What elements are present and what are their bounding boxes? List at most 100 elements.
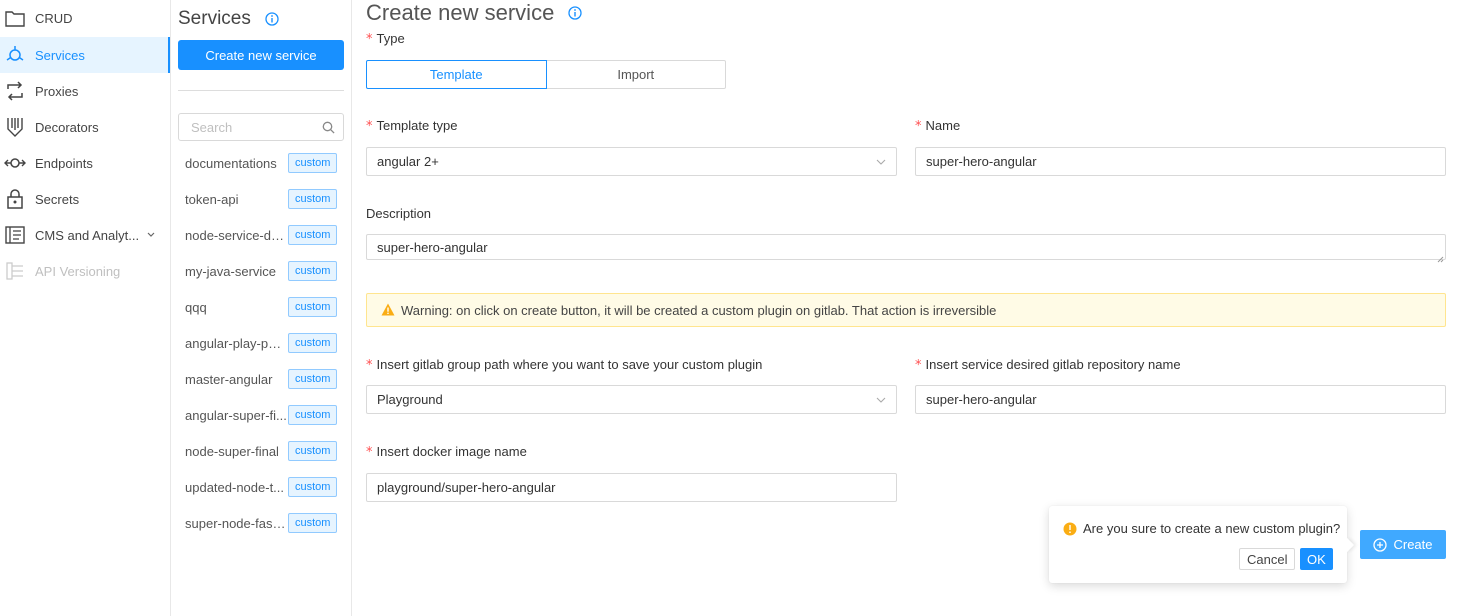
- list-item[interactable]: token-api custom: [178, 181, 348, 217]
- repo-name-value: super-hero-angular: [926, 392, 1037, 407]
- chevron-down-icon: [147, 230, 155, 241]
- services-panel-header: Services: [178, 8, 279, 30]
- custom-tag: custom: [288, 189, 338, 209]
- sidebar-item-services[interactable]: Services: [0, 37, 170, 73]
- sidebar-item-label: Proxies: [35, 83, 79, 99]
- type-template-option[interactable]: Template: [366, 60, 547, 89]
- group-path-value: Playground: [377, 392, 443, 407]
- folder-icon: [4, 7, 26, 29]
- service-name: super-node-fastify: [185, 515, 288, 531]
- sidebar-item-decorators[interactable]: Decorators: [0, 109, 170, 145]
- sidebar-item-label: CRUD: [35, 10, 73, 26]
- info-icon[interactable]: [265, 12, 279, 26]
- sidebar-item-cms-and-analytics[interactable]: CMS and Analyt...: [0, 217, 170, 253]
- list-item[interactable]: master-angular custom: [178, 361, 348, 397]
- name-label: * Name: [915, 118, 961, 134]
- cancel-button[interactable]: Cancel: [1239, 548, 1296, 570]
- description-value: super-hero-angular: [377, 240, 488, 255]
- create-new-service-button[interactable]: Create new service: [178, 40, 344, 70]
- list-item[interactable]: node-service-de... custom: [178, 217, 348, 253]
- endpoints-icon: [4, 152, 26, 174]
- service-name: angular-play-page: [185, 335, 288, 351]
- group-path-select[interactable]: Playground: [366, 385, 897, 414]
- info-icon[interactable]: [568, 6, 582, 20]
- ok-button[interactable]: OK: [1300, 548, 1333, 570]
- service-name: node-super-final: [185, 443, 279, 459]
- custom-tag: custom: [288, 153, 338, 173]
- resize-handle-icon[interactable]: [1437, 251, 1444, 263]
- docker-image-value: playground/super-hero-angular: [377, 480, 556, 495]
- sidebar-item-label: Endpoints: [35, 155, 93, 171]
- list-item[interactable]: documentations custom: [178, 145, 348, 181]
- type-import-option[interactable]: Import: [546, 60, 726, 89]
- service-name: angular-super-fi...: [185, 407, 287, 423]
- service-name: documentations: [185, 155, 277, 171]
- description-textarea[interactable]: super-hero-angular: [366, 234, 1446, 263]
- type-selector: Template Import: [366, 60, 726, 89]
- service-name: master-angular: [185, 371, 273, 387]
- confirm-message: Are you sure to create a new custom plug…: [1063, 521, 1340, 536]
- sidebar-item-label: Secrets: [35, 191, 80, 207]
- confirm-text: Are you sure to create a new custom plug…: [1083, 521, 1341, 536]
- exclamation-circle-icon: [1063, 522, 1077, 536]
- lock-icon: [4, 188, 26, 210]
- confirm-popover: Are you sure to create a new custom plug…: [1049, 506, 1355, 583]
- description-label: Description: [366, 206, 432, 221]
- sidebar-item-secrets[interactable]: Secrets: [0, 181, 170, 217]
- list-item[interactable]: super-node-fastify custom: [178, 505, 348, 541]
- services-icon: [4, 44, 26, 66]
- search-icon[interactable]: [322, 121, 335, 134]
- services-panel: Services Create new service documentatio…: [171, 0, 352, 616]
- search-box: [178, 113, 344, 141]
- page-header: Create new service: [366, 0, 582, 26]
- custom-tag: custom: [288, 261, 338, 281]
- custom-tag: custom: [288, 297, 338, 317]
- docker-image-input[interactable]: playground/super-hero-angular: [366, 473, 897, 502]
- sidebar-item-api-versioning: API Versioning: [0, 253, 170, 289]
- list-item[interactable]: node-super-final custom: [178, 433, 348, 469]
- warning-icon: [381, 303, 395, 317]
- sidebar-item-label: Services: [35, 47, 85, 63]
- search-input[interactable]: [189, 118, 322, 136]
- repo-name-input[interactable]: super-hero-angular: [915, 385, 1446, 414]
- services-list: documentations custom token-api custom nod…: [178, 145, 348, 541]
- docker-image-label: * Insert docker image name: [366, 444, 527, 460]
- list-item[interactable]: my-java-service custom: [178, 253, 348, 289]
- repo-name-label: * Insert service desired gitlab repositor…: [915, 357, 1181, 373]
- sidebar-item-label: API Versioning: [35, 263, 121, 279]
- template-type-label: * Template type: [366, 118, 458, 134]
- name-input[interactable]: super-hero-angular: [915, 147, 1446, 176]
- cms-icon: [4, 224, 26, 246]
- custom-tag: custom: [288, 369, 338, 389]
- sidebar-item-endpoints[interactable]: Endpoints: [0, 145, 170, 181]
- list-item[interactable]: qqq custom: [178, 289, 348, 325]
- sidebar-item-label: Decorators: [35, 119, 99, 135]
- sidebar-item-crud[interactable]: CRUD: [0, 0, 170, 36]
- create-button[interactable]: Create: [1360, 530, 1446, 559]
- service-name: updated-node-t...: [185, 479, 285, 495]
- plus-circle-icon: [1373, 537, 1388, 552]
- service-name: token-api: [185, 191, 239, 207]
- name-value: super-hero-angular: [926, 154, 1037, 169]
- list-item[interactable]: updated-node-t... custom: [178, 469, 348, 505]
- type-label: * Type: [366, 31, 405, 47]
- page-title: Create new service: [366, 0, 555, 25]
- custom-tag: custom: [288, 405, 338, 425]
- service-name: my-java-service: [185, 263, 277, 279]
- warning-text: Warning: on click on create button, it w…: [401, 302, 997, 318]
- chevron-down-icon: [876, 395, 886, 405]
- warning-alert: Warning: on click on create button, it w…: [366, 293, 1446, 327]
- list-item[interactable]: angular-super-fi... custom: [178, 397, 348, 433]
- decorators-icon: [4, 116, 26, 138]
- custom-tag: custom: [288, 441, 338, 461]
- group-path-label: * Insert gitlab group path where you want…: [366, 357, 763, 373]
- services-title: Services: [178, 8, 251, 29]
- sidebar-item-label: CMS and Analyt...: [35, 227, 140, 243]
- sidebar-item-proxies[interactable]: Proxies: [0, 73, 170, 109]
- list-item[interactable]: angular-play-page custom: [178, 325, 348, 361]
- template-type-select[interactable]: angular 2+: [366, 147, 897, 176]
- main-sidebar: CRUD Services Proxies Decorators Endpoin…: [0, 0, 171, 616]
- custom-tag: custom: [288, 477, 338, 497]
- custom-tag: custom: [288, 225, 338, 245]
- api-versioning-icon: [4, 260, 26, 282]
